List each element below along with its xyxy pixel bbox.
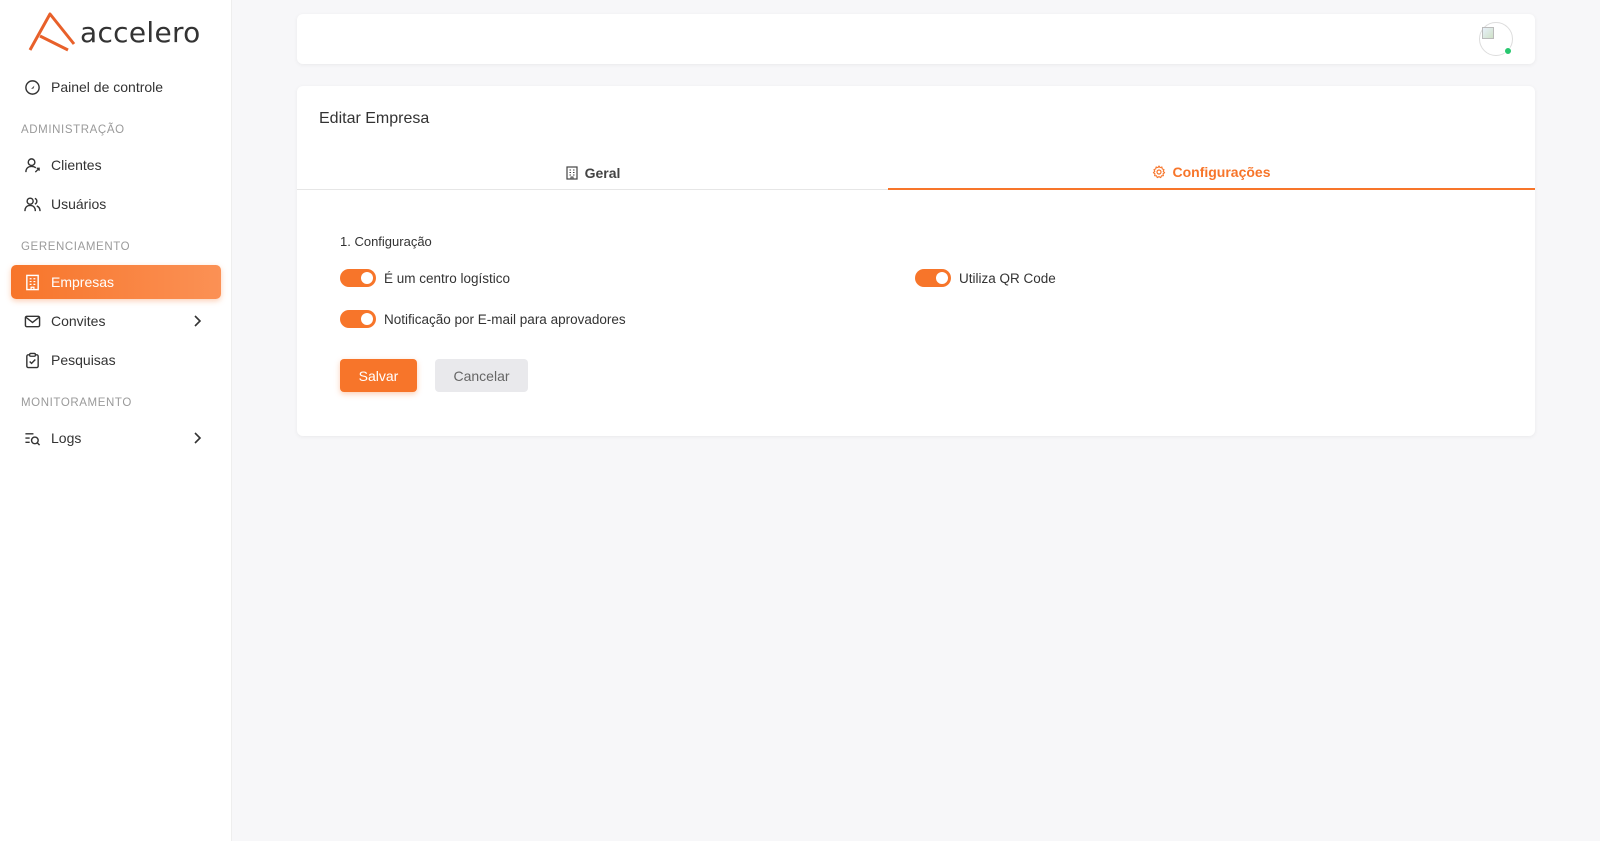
section-title: 1. Configuração — [340, 234, 432, 249]
mail-icon — [23, 312, 41, 330]
accelero-logo-icon — [28, 12, 76, 52]
brand-name: accelero — [80, 15, 201, 49]
toggle-label: Notificação por E-mail para aprovadores — [384, 311, 626, 327]
user-avatar[interactable] — [1479, 22, 1513, 56]
sidebar-item-label: Convites — [51, 313, 106, 329]
users-icon — [23, 195, 41, 213]
tab-bar: Geral Configurações — [297, 155, 1535, 190]
sidebar-item-label: Clientes — [51, 157, 102, 173]
page-title: Editar Empresa — [319, 110, 430, 127]
sidebar-item-pesquisas[interactable]: Pesquisas — [11, 343, 221, 377]
tab-configuracoes[interactable]: Configurações — [888, 155, 1535, 190]
sidebar-item-label: Logs — [51, 430, 82, 446]
online-status-indicator — [1504, 47, 1512, 55]
sidebar-item-empresas[interactable]: Empresas — [11, 265, 221, 299]
logs-search-icon — [23, 429, 41, 447]
tab-label: Geral — [584, 164, 621, 181]
dashboard-icon — [23, 78, 41, 96]
chevron-right-icon — [194, 432, 202, 444]
toggle-email-notification[interactable] — [340, 310, 376, 328]
sidebar-item-label: Pesquisas — [51, 352, 116, 368]
section-label-gerenciamento: GERENCIAMENTO — [21, 241, 131, 253]
building-icon — [23, 273, 41, 291]
user-icon — [23, 156, 41, 174]
cancel-button[interactable]: Cancelar — [435, 359, 528, 392]
toggle-label: Utiliza QR Code — [959, 270, 1056, 286]
toggle-label: É um centro logístico — [384, 270, 511, 286]
toggle-row-email-notification: Notificação por E-mail para aprovadores — [340, 310, 626, 328]
section-label-administracao: ADMINISTRAÇÃO — [21, 124, 125, 136]
gear-icon — [1153, 164, 1166, 178]
sidebar-item-logs[interactable]: Logs — [11, 421, 221, 455]
toggle-centro-logistico[interactable] — [340, 269, 376, 287]
toggle-row-qr-code: Utiliza QR Code — [915, 269, 1056, 287]
sidebar-item-label: Painel de controle — [51, 79, 164, 95]
sidebar-item-clientes[interactable]: Clientes — [11, 148, 221, 182]
sidebar: accelero Painel de controle ADMINISTRAÇÃ… — [0, 0, 232, 841]
section-label-monitoramento: MONITORAMENTO — [21, 397, 132, 409]
save-button[interactable]: Salvar — [340, 359, 417, 392]
sidebar-item-convites[interactable]: Convites — [11, 304, 221, 338]
tab-geral[interactable]: Geral — [297, 155, 888, 190]
tab-label: Configurações — [1172, 163, 1271, 180]
building-icon — [565, 165, 578, 180]
clipboard-icon — [23, 351, 41, 369]
top-navbar — [297, 14, 1535, 64]
edit-company-card: Editar Empresa Geral Configurações 1. Co… — [297, 86, 1535, 436]
toggle-qr-code[interactable] — [915, 269, 951, 287]
chevron-right-icon — [194, 315, 202, 327]
sidebar-item-usuarios[interactable]: Usuários — [11, 187, 221, 221]
toggle-row-centro-logistico: É um centro logístico — [340, 269, 510, 287]
sidebar-item-label: Usuários — [51, 196, 107, 212]
broken-image-icon — [1482, 27, 1494, 39]
sidebar-item-dashboard[interactable]: Painel de controle — [11, 70, 221, 104]
sidebar-item-label: Empresas — [51, 274, 115, 290]
brand-logo[interactable]: accelero — [28, 10, 213, 54]
